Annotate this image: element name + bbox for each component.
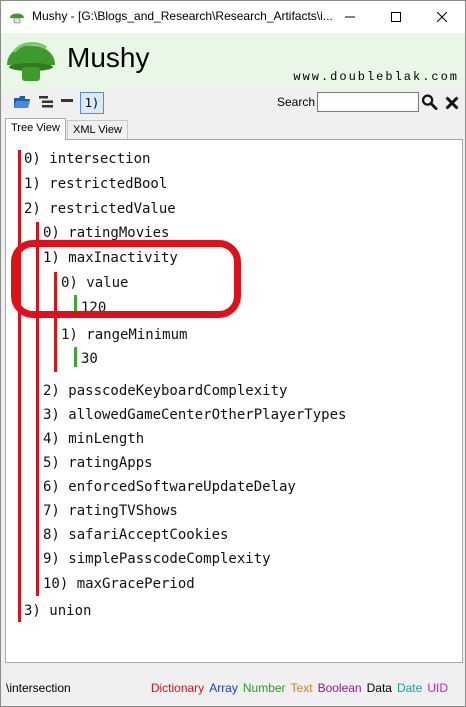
- tree-node-enforcedsoftwareupdatedelay[interactable]: 6) enforcedSoftwareUpdateDelay: [43, 479, 296, 495]
- legend-boolean: Boolean: [317, 681, 362, 695]
- search-input[interactable]: [317, 92, 419, 112]
- tree-node-rangeminimum-number[interactable]: 30: [81, 351, 98, 367]
- clear-search-icon[interactable]: [445, 95, 459, 111]
- window-title: Mushy - [G:\Blogs_and_Research\Research_…: [32, 9, 332, 23]
- legend-text: Text: [290, 681, 313, 695]
- legend-date: Date: [396, 681, 423, 695]
- type-legend: Dictionary Array Number Text Boolean Dat…: [151, 681, 448, 695]
- legend-number: Number: [242, 681, 286, 695]
- bracket-toggle-button[interactable]: 1): [80, 92, 104, 114]
- minimize-icon: [345, 16, 355, 18]
- mushroom-app-icon: [10, 13, 24, 24]
- tree-node-allowedgamecenterotherplayertypes[interactable]: 3) allowedGameCenterOtherPlayerTypes: [43, 407, 346, 423]
- tree-node-rangeminimum[interactable]: 1) rangeMinimum: [61, 327, 187, 343]
- open-folder-icon[interactable]: [13, 94, 31, 110]
- legend-uid: UID: [427, 681, 448, 695]
- root-dictionary-bar: [18, 150, 21, 622]
- title-bar[interactable]: Mushy - [G:\Blogs_and_Research\Research_…: [1, 1, 465, 33]
- app-banner: Mushy www.doubleblak.com: [1, 33, 465, 89]
- mushroom-logo-icon: [7, 42, 55, 81]
- maximize-button[interactable]: [373, 1, 419, 33]
- website-url: www.doubleblak.com: [293, 70, 459, 84]
- tree-node-ratingmovies[interactable]: 0) ratingMovies: [43, 225, 169, 241]
- tree-node-union[interactable]: 3) union: [24, 603, 91, 619]
- collapse-tree-icon[interactable]: [60, 94, 74, 110]
- number-bar: [74, 347, 77, 367]
- maximize-icon: [391, 12, 401, 22]
- search-label: Search: [277, 95, 316, 109]
- toolbar: 1) Search: [1, 89, 465, 117]
- current-path: \intersection: [6, 681, 71, 695]
- tree-node-safariacceptcookies[interactable]: 8) safariAcceptCookies: [43, 527, 228, 543]
- close-button[interactable]: [419, 1, 465, 33]
- tree-node-passcodekeyboardcomplexity[interactable]: 2) passcodeKeyboardComplexity: [43, 383, 287, 399]
- tree-node-minlength[interactable]: 4) minLength: [43, 431, 144, 447]
- tab-xml-view[interactable]: XML View: [67, 120, 128, 139]
- tree-node-restrictedbool[interactable]: 1) restrictedBool: [24, 176, 167, 192]
- view-tabs: Tree View XML View: [1, 117, 465, 140]
- legend-dictionary: Dictionary: [150, 681, 205, 695]
- expand-tree-icon[interactable]: [38, 94, 54, 110]
- tree-node-ratingapps[interactable]: 5) ratingApps: [43, 455, 153, 471]
- tree-view-panel: 0) intersection 1) restrictedBool 2) res…: [5, 139, 463, 663]
- annotation-highlight: [11, 240, 241, 318]
- brand-title: Mushy: [67, 42, 150, 73]
- legend-data: Data: [366, 681, 392, 695]
- tree-node-intersection[interactable]: 0) intersection: [24, 151, 150, 167]
- tree-node-ratingtvshows[interactable]: 7) ratingTVShows: [43, 503, 178, 519]
- minimize-button[interactable]: [327, 1, 373, 33]
- tree-node-simplepasscodecomplexity[interactable]: 9) simplePasscodeComplexity: [43, 551, 271, 567]
- legend-array: Array: [209, 681, 238, 695]
- close-icon: [437, 12, 447, 22]
- mushy-window: Mushy - [G:\Blogs_and_Research\Research_…: [0, 0, 466, 707]
- status-bar: \intersection Dictionary Array Number Te…: [1, 665, 465, 706]
- search-icon[interactable]: [421, 94, 438, 110]
- bracket-toggle-label: 1): [84, 96, 100, 110]
- tree-node-maxgraceperiod[interactable]: 10) maxGracePeriod: [43, 576, 195, 592]
- tree-node-restrictedvalue[interactable]: 2) restrictedValue: [24, 201, 176, 217]
- tab-tree-view[interactable]: Tree View: [5, 118, 66, 140]
